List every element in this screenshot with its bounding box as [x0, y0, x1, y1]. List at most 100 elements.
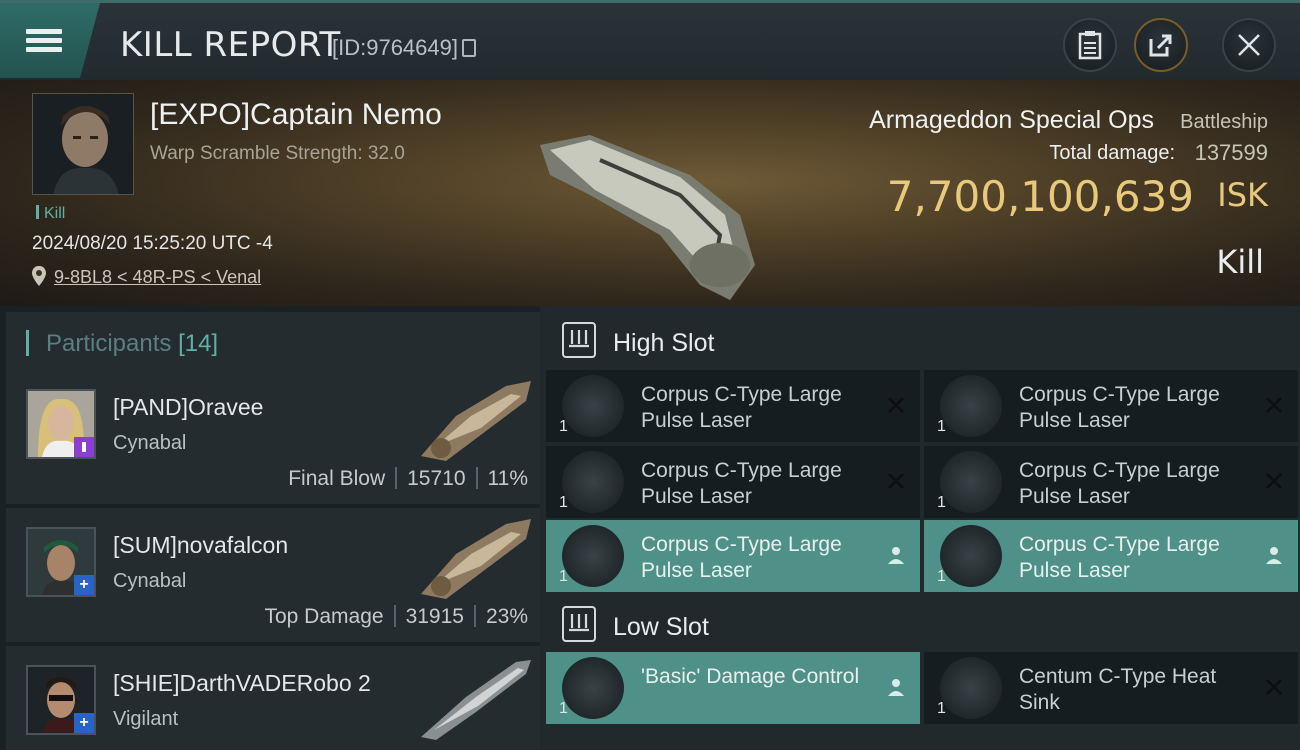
dropped-user-icon — [1262, 543, 1286, 567]
victim-ship-name[interactable]: Armageddon Special Ops — [869, 106, 1154, 135]
participant-ship: Vigilant — [113, 708, 179, 730]
victim-ship-class: Battleship — [1180, 111, 1268, 133]
module-item[interactable]: 1 Centum C-Type Heat Sink — [924, 652, 1298, 724]
participant-damage: 15710 — [407, 467, 466, 490]
participant-row[interactable]: + [SHIE]DarthVADERobo 2 Vigilant — [6, 646, 540, 750]
participant-damage: 31915 — [405, 605, 464, 628]
victim-avatar[interactable] — [32, 93, 134, 195]
location-link[interactable]: 9-8BL8 < 48R-PS < Venal — [54, 267, 261, 288]
corp-badge — [74, 437, 94, 457]
share-button[interactable] — [1134, 18, 1188, 72]
corp-badge: + — [74, 575, 94, 595]
low-slot-icon — [562, 606, 596, 642]
module-qty: 1 — [937, 494, 946, 511]
participant-role: Top Damage — [264, 605, 384, 628]
participant-name[interactable]: [SUM]novafalcon — [113, 532, 288, 559]
module-item[interactable]: 1 Corpus C-Type Large Pulse Laser — [924, 520, 1298, 592]
victim-ship-image[interactable] — [530, 105, 770, 305]
pulse-laser-icon — [562, 375, 624, 437]
module-name: 'Basic' Damage Control — [641, 665, 860, 688]
module-name: Corpus C-Type Large Pulse Laser — [1019, 533, 1220, 582]
destroyed-icon — [884, 469, 908, 493]
module-qty: 1 — [559, 700, 568, 717]
plus-icon: + — [79, 576, 89, 593]
total-damage-label: Total damage: — [1049, 142, 1175, 164]
participant-ship-image — [421, 660, 531, 740]
high-slot-header: High Slot — [540, 310, 1300, 372]
module-name: Corpus C-Type Large Pulse Laser — [641, 459, 842, 508]
participant-percent: 23% — [485, 605, 528, 628]
module-name: Corpus C-Type Large Pulse Laser — [641, 533, 842, 582]
participants-header: Participants [14] — [6, 312, 540, 370]
dropped-user-icon — [884, 543, 908, 567]
participant-name[interactable]: [PAND]Oravee — [113, 394, 263, 421]
clipboard-button[interactable] — [1063, 18, 1117, 72]
pulse-laser-icon — [940, 375, 1002, 437]
portrait-image — [33, 94, 133, 194]
module-name: Corpus C-Type Large Pulse Laser — [641, 383, 842, 432]
participant-row[interactable]: + [SUM]novafalcon Cynabal Top Damage 3191… — [6, 508, 540, 642]
kill-id[interactable]: [ID:9764649] — [332, 35, 476, 61]
module-item[interactable]: 1 'Basic' Damage Control — [546, 652, 920, 724]
participant-avatar[interactable]: + — [26, 527, 96, 597]
module-name: Centum C-Type Heat Sink — [1019, 665, 1217, 714]
participant-ship: Cynabal — [113, 432, 187, 454]
hamburger-icon — [26, 25, 62, 56]
fitting-panel: High Slot 1 Corpus C-Type Large Pulse La… — [540, 306, 1300, 750]
participant-stats: Final Blow 15710 11% — [288, 467, 528, 491]
low-slot-header: Low Slot — [540, 594, 1300, 656]
share-icon — [1149, 34, 1172, 57]
participant-ship-image — [421, 519, 531, 599]
participant-avatar[interactable] — [26, 389, 96, 459]
close-icon — [1238, 34, 1260, 56]
victim-banner: [EXPO]Captain Nemo Warp Scramble Strengt… — [0, 80, 1300, 306]
close-button[interactable] — [1222, 18, 1276, 72]
participant-row[interactable]: [PAND]Oravee Cynabal Final Blow 15710 11% — [6, 370, 540, 504]
participant-name[interactable]: [SHIE]DarthVADERobo 2 — [113, 670, 371, 697]
destroyed-icon — [884, 393, 908, 417]
high-slot-icon — [562, 322, 596, 358]
participants-title: Participants [14] — [46, 330, 218, 358]
plus-icon: + — [79, 714, 89, 731]
participant-ship-image — [421, 381, 531, 461]
victim-name[interactable]: [EXPO]Captain Nemo — [150, 98, 442, 132]
pulse-laser-icon — [940, 451, 1002, 513]
participants-title-text: Participants — [46, 330, 172, 357]
kill-datetime: 2024/08/20 15:25:20 UTC -4 — [32, 233, 273, 254]
module-item[interactable]: 1 Corpus C-Type Large Pulse Laser — [924, 370, 1298, 442]
module-qty: 1 — [937, 418, 946, 435]
menu-button[interactable] — [0, 3, 100, 78]
pulse-laser-icon — [562, 451, 624, 513]
module-item[interactable]: 1 Corpus C-Type Large Pulse Laser — [546, 370, 920, 442]
kill-id-text: [ID:9764649] — [332, 35, 458, 60]
participant-ship: Cynabal — [113, 570, 187, 592]
heat-sink-icon — [940, 657, 1002, 719]
participant-percent: 11% — [487, 467, 528, 490]
participants-panel: Participants [14] [PAND]Oravee Cynabal F… — [0, 306, 540, 750]
pulse-laser-icon — [940, 525, 1002, 587]
module-qty: 1 — [937, 568, 946, 585]
participants-count: [14] — [178, 330, 219, 357]
accent-bar — [26, 330, 29, 356]
isk-unit: ISK — [1217, 176, 1268, 214]
participant-avatar[interactable]: + — [26, 665, 96, 735]
pulse-laser-icon — [562, 525, 624, 587]
kill-tag: Kill — [36, 205, 65, 223]
location-pin-icon — [32, 266, 46, 286]
low-slot-label: Low Slot — [613, 613, 709, 641]
isk-value: 7,700,100,639 — [886, 172, 1194, 221]
copy-icon[interactable] — [461, 39, 476, 57]
module-item[interactable]: 1 Corpus C-Type Large Pulse Laser — [546, 446, 920, 518]
destroyed-icon — [1262, 469, 1286, 493]
corp-badge: + — [74, 713, 94, 733]
module-qty: 1 — [559, 568, 568, 585]
module-item[interactable]: 1 Corpus C-Type Large Pulse Laser — [924, 446, 1298, 518]
damage-control-icon — [562, 657, 624, 719]
dropped-user-icon — [884, 675, 908, 699]
participant-stats: Top Damage 31915 23% — [264, 605, 528, 629]
module-item[interactable]: 1 Corpus C-Type Large Pulse Laser — [546, 520, 920, 592]
destroyed-icon — [1262, 675, 1286, 699]
header-bar: KILL REPORT [ID:9764649] — [0, 0, 1300, 80]
total-damage-value: 137599 — [1194, 140, 1268, 165]
module-name: Corpus C-Type Large Pulse Laser — [1019, 383, 1220, 432]
